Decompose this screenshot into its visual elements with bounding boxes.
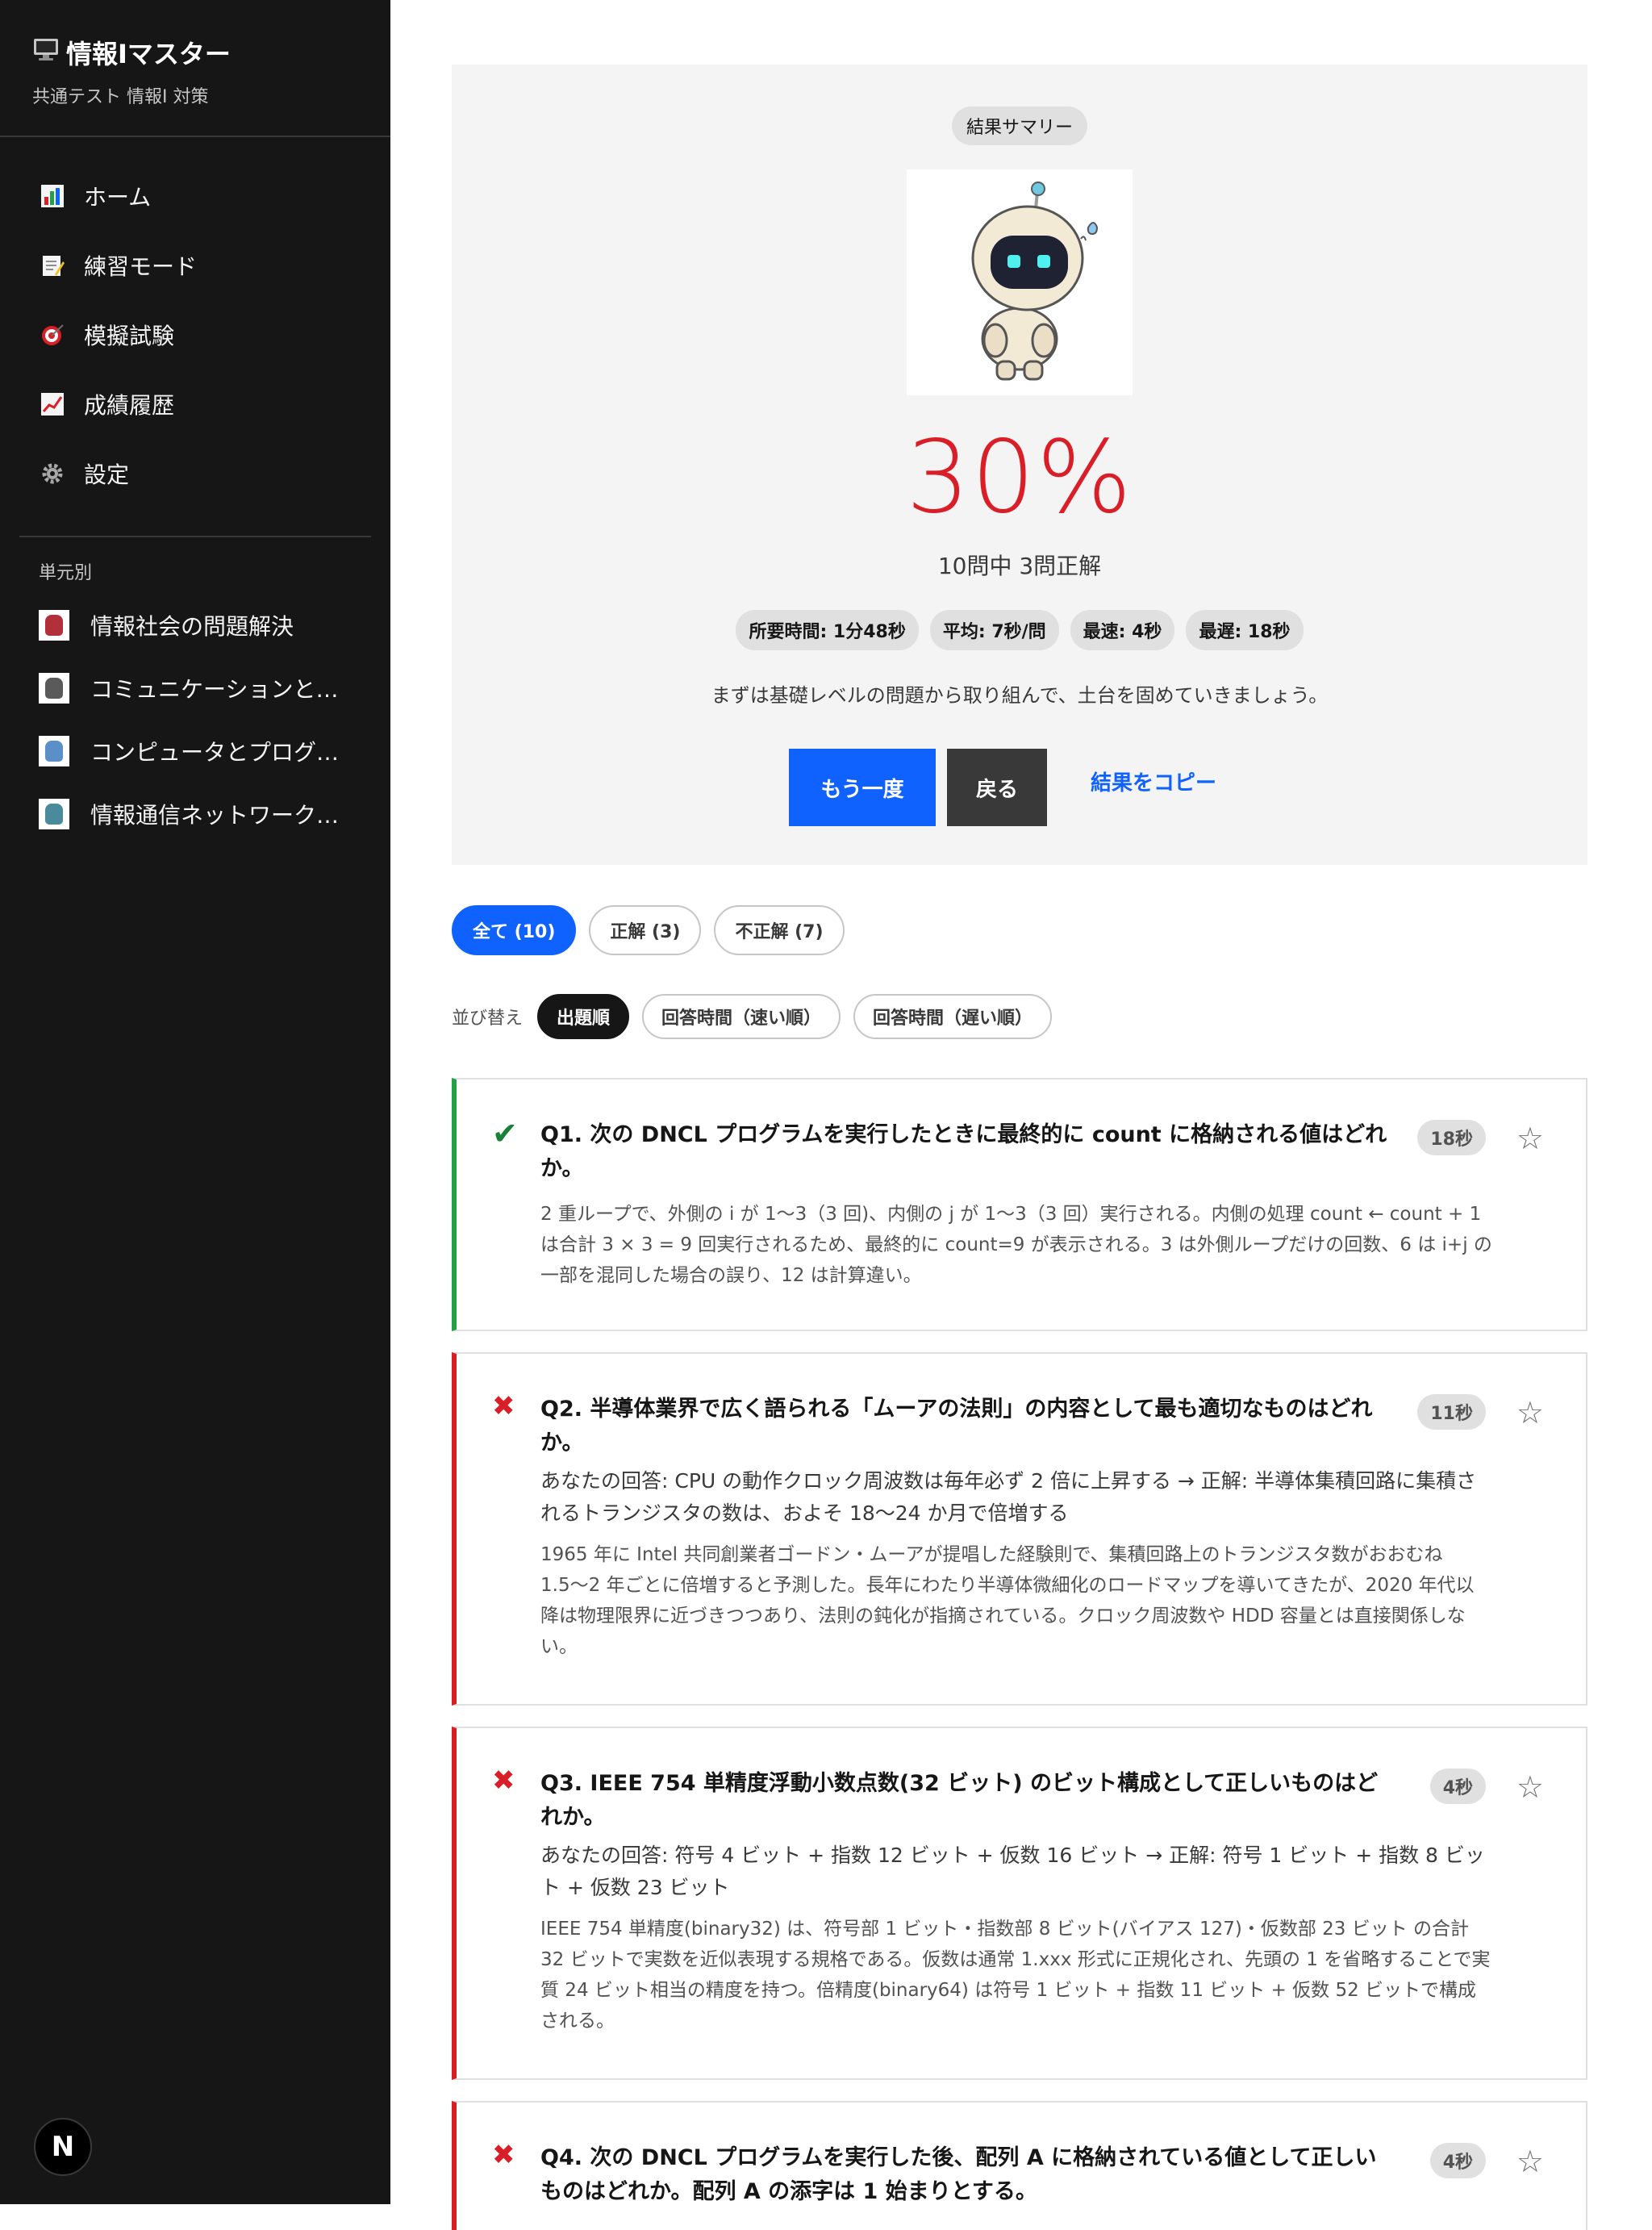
star-icon[interactable]: ☆ (1516, 2146, 1544, 2177)
check-icon: ✔ (492, 1116, 518, 1151)
robot-mascot-image (907, 169, 1133, 395)
nav-label: 成績履歴 (84, 392, 175, 419)
star-icon[interactable]: ☆ (1516, 1123, 1544, 1154)
time-badge: 4秒 (1429, 1769, 1486, 1804)
unit-item[interactable]: 情報通信ネットワーク… (0, 783, 390, 846)
sort-time-fast[interactable]: 回答時間（速い順） (642, 994, 841, 1039)
nav-item-mock-exam[interactable]: 模擬試験 (0, 300, 390, 370)
robot-thumbnail-icon (39, 736, 69, 766)
star-icon[interactable]: ☆ (1516, 1772, 1544, 1802)
unit-label: コミュニケーションと… (90, 676, 339, 703)
nav-item-practice[interactable]: 練習モード (0, 231, 390, 300)
unit-label: 情報通信ネットワーク… (90, 802, 340, 829)
memo-icon (39, 252, 66, 279)
sidebar: 情報Iマスター 共通テスト 情報I 対策 ホーム 練習モード 模擬試験 成績履歴… (0, 0, 390, 2204)
sort-label: 並び替え (452, 1009, 524, 1029)
unit-item[interactable]: コミュニケーションと… (0, 657, 390, 720)
brand-title-text: 情報Iマスター (66, 39, 231, 69)
time-badge: 4秒 (1429, 2143, 1486, 2178)
brand[interactable]: 情報Iマスター 共通テスト 情報I 対策 (32, 34, 231, 108)
nav-item-settings[interactable]: 設定 (0, 439, 390, 508)
gear-icon (39, 460, 66, 487)
summary-tag: 結果サマリー (951, 106, 1087, 145)
back-button[interactable]: 戻る (947, 749, 1047, 826)
cross-icon: ✖ (492, 1764, 515, 1797)
bar-chart-icon (39, 182, 66, 210)
nav-item-home[interactable]: ホーム (0, 161, 390, 231)
robot-thumbnail-icon (39, 610, 69, 641)
stat-average: 平均: 7秒/問 (929, 610, 1059, 650)
unit-item[interactable]: 情報社会の問題解決 (0, 594, 390, 657)
explanation: 1965 年に Intel 共同創業者ゴードン・ムーアが提唱した経験則で、集積回… (540, 1544, 1475, 1657)
question-card: ✖ Q3. IEEE 754 単精度浮動小数点数(32 ビット) のビット構成と… (452, 1727, 1587, 2080)
time-badge: 18秒 (1417, 1120, 1486, 1155)
question-card: ✖ Q2. 半導体業界で広く語られる「ムーアの法則」の内容として最も適切なものは… (452, 1352, 1587, 1706)
retry-button[interactable]: もう一度 (789, 749, 936, 826)
cross-icon: ✖ (492, 1390, 515, 1422)
main-nav: ホーム 練習モード 模擬試験 成績履歴 設定 (0, 161, 390, 508)
filter-all[interactable]: 全て (10) (452, 905, 577, 955)
sort-row: 並び替え 出題順 回答時間（速い順） 回答時間（遅い順） (452, 994, 1053, 1039)
brand-title: 情報Iマスター (32, 34, 231, 71)
unit-label: コンピュータとプログ… (90, 739, 340, 766)
answer-comparison: あなたの回答: 符号 4 ビット + 指数 12 ビット + 仮数 16 ビット… (540, 1844, 1485, 1899)
nav-label: ホーム (84, 184, 152, 211)
sort-question-order[interactable]: 出題順 (537, 994, 630, 1039)
filter-correct[interactable]: 正解 (3) (589, 905, 702, 955)
advice-message: まずは基礎レベルの問題から取り組んで、土台を固めていきましょう。 (711, 684, 1329, 707)
stat-fastest: 最速: 4秒 (1070, 610, 1175, 650)
framework-badge[interactable]: N (34, 2118, 92, 2176)
robot-thumbnail-icon (39, 673, 69, 704)
main-content: 結果サマリー 30% 10問中 3問正解 所要時間: 1分48秒 平均: 7秒/… (390, 0, 1652, 2230)
divider (19, 536, 371, 537)
nav-label: 模擬試験 (84, 323, 175, 349)
stat-slowest: 最遅: 18秒 (1186, 610, 1304, 650)
line-chart-icon (39, 390, 66, 418)
filter-incorrect[interactable]: 不正解 (7) (714, 905, 845, 955)
stat-total-time: 所要時間: 1分48秒 (736, 610, 919, 650)
result-summary-panel: 結果サマリー 30% 10問中 3問正解 所要時間: 1分48秒 平均: 7秒/… (452, 65, 1587, 865)
unit-label: 情報社会の問題解決 (90, 613, 294, 640)
time-badge: 11秒 (1417, 1394, 1486, 1430)
stats-row: 所要時間: 1分48秒 平均: 7秒/問 最速: 4秒 最遅: 18秒 (452, 610, 1587, 650)
question-title: Q4. 次の DNCL プログラムを実行した後、配列 A に格納されている値とし… (540, 2145, 1377, 2204)
explanation: IEEE 754 単精度(binary32) は、符号部 1 ビット・指数部 8… (540, 1919, 1491, 2032)
result-filter-tabs: 全て (10) 正解 (3) 不正解 (7) (452, 905, 845, 955)
question-card: ✔ Q1. 次の DNCL プログラムを実行したときに最終的に count に格… (452, 1078, 1587, 1331)
explanation: 2 重ループで、外側の i が 1〜3（3 回)、内側の j が 1〜3（3 回… (540, 1204, 1492, 1286)
copy-result-link[interactable]: 結果をコピー (1091, 749, 1216, 813)
robot-thumbnail-icon (39, 799, 69, 829)
nav-label: 練習モード (84, 253, 198, 280)
question-card: ✖ Q4. 次の DNCL プログラムを実行した後、配列 A に格納されている値… (452, 2101, 1587, 2230)
nav-item-history[interactable]: 成績履歴 (0, 370, 390, 439)
question-title: Q1. 次の DNCL プログラムを実行したときに最終的に count に格納さ… (540, 1122, 1387, 1181)
section-label: 単元別 (39, 563, 93, 583)
monitor-icon (32, 37, 60, 68)
divider (0, 136, 390, 137)
unit-item[interactable]: コンピュータとプログ… (0, 720, 390, 783)
star-icon[interactable]: ☆ (1516, 1397, 1544, 1428)
score-detail: 10問中 3問正解 (937, 553, 1102, 579)
answer-comparison: あなたの回答: CPU の動作クロック周波数は毎年必ず 2 倍に上昇する → 正… (540, 1469, 1477, 1525)
target-icon (39, 321, 66, 349)
question-title: Q3. IEEE 754 単精度浮動小数点数(32 ビット) のビット構成として… (540, 1771, 1379, 1830)
brand-subtitle: 共通テスト 情報I 対策 (32, 87, 209, 107)
unit-list: 情報社会の問題解決 コミュニケーションと… コンピュータとプログ… 情報通信ネッ… (0, 594, 390, 846)
cross-icon: ✖ (492, 2139, 515, 2171)
question-title: Q2. 半導体業界で広く語られる「ムーアの法則」の内容として最も適切なものはどれ… (540, 1397, 1373, 1455)
score-percentage: 30% (906, 420, 1133, 536)
action-row: もう一度 戻る 結果をコピー (452, 749, 1587, 826)
sort-time-slow[interactable]: 回答時間（遅い順） (853, 994, 1053, 1039)
nav-label: 設定 (84, 461, 130, 488)
